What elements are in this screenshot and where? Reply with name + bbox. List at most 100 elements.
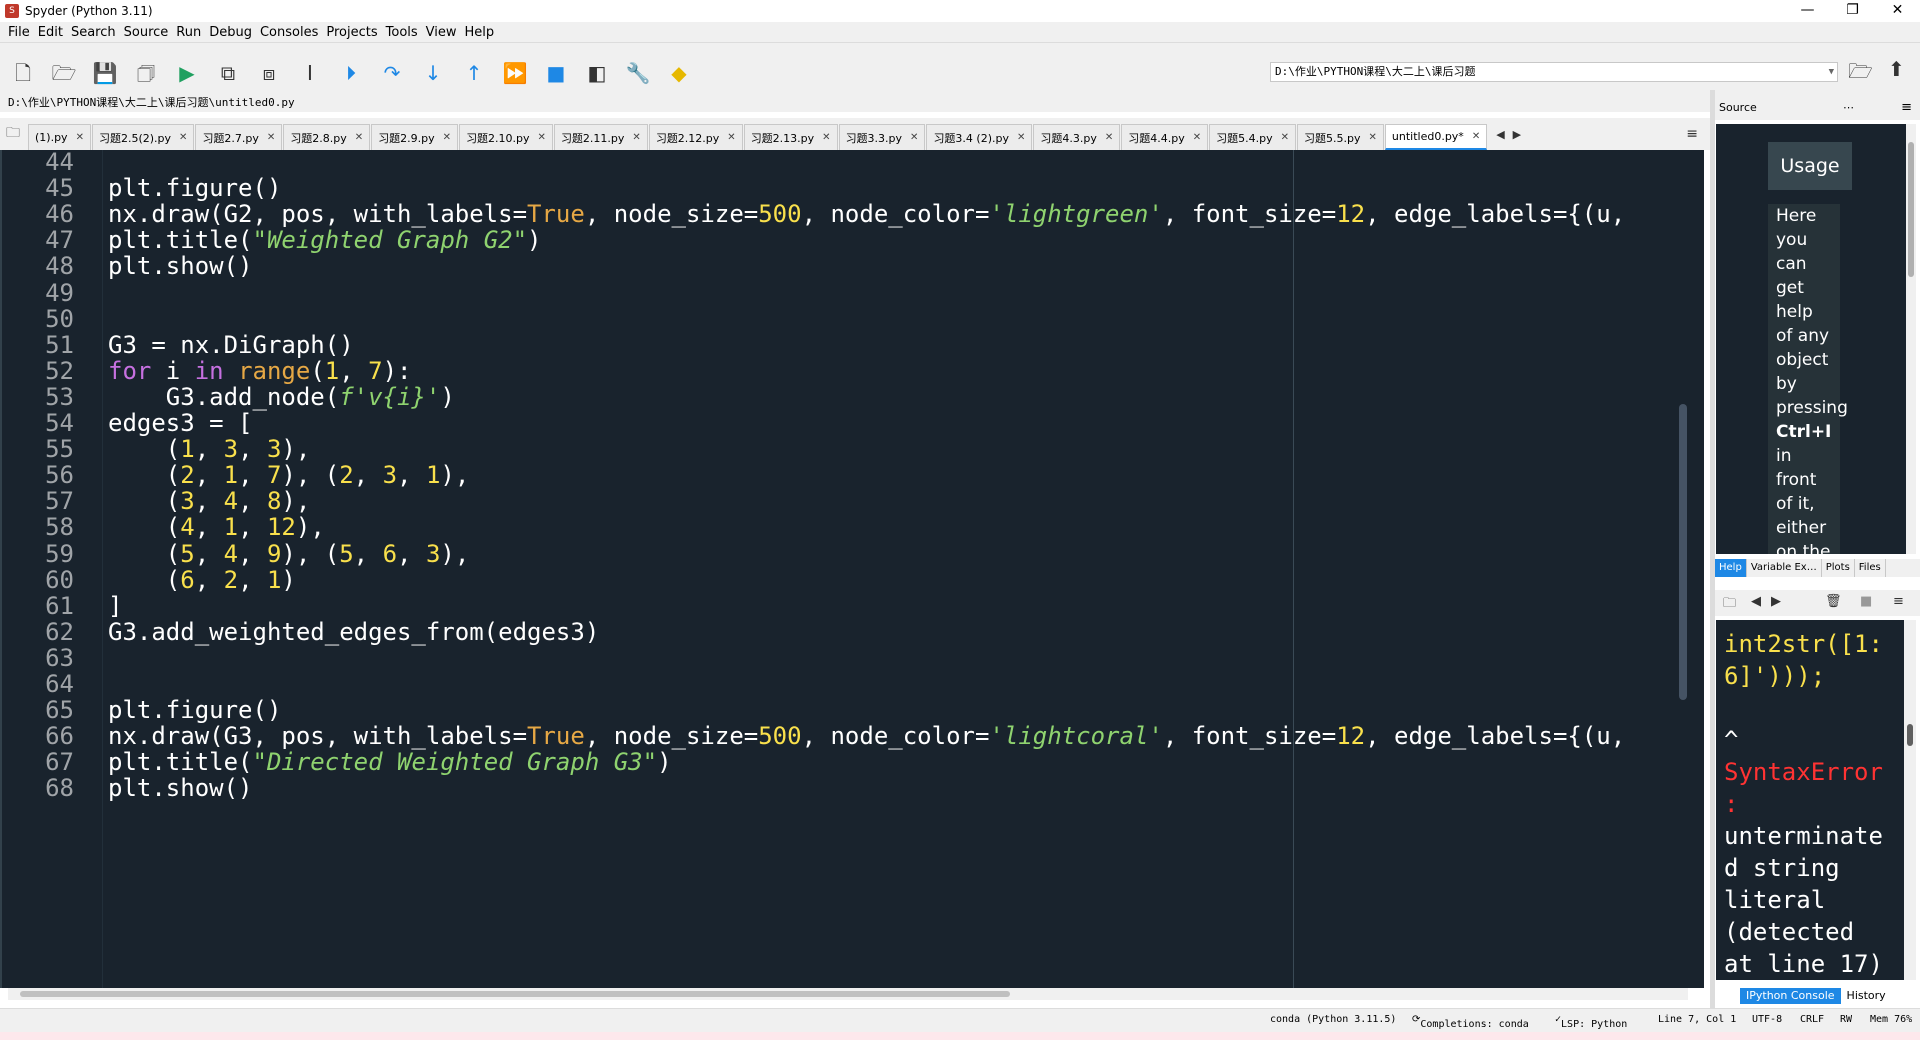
run-selection-icon[interactable]: Ⅰ	[295, 58, 325, 88]
editor-tab[interactable]: 习题2.8.py ✕	[283, 124, 371, 150]
clear-console-trash-icon[interactable]: 🗑	[1825, 594, 1842, 609]
close-button[interactable]: ✕	[1875, 0, 1920, 22]
editor-tab[interactable]: 习题2.11.py ✕	[553, 124, 648, 150]
code-line[interactable]: (4, 1, 12),	[108, 513, 325, 541]
close-tab-icon[interactable]: ✕	[267, 132, 275, 143]
close-tab-icon[interactable]: ✕	[1281, 132, 1289, 143]
editor-tab[interactable]: 习题2.10.py ✕	[459, 124, 553, 150]
pane-splitter[interactable]	[1710, 90, 1715, 1010]
help-options-menu-icon[interactable]: ≡	[1901, 96, 1912, 120]
close-tab-icon[interactable]: ✕	[1017, 132, 1025, 143]
code-line[interactable]: plt.show()	[108, 774, 253, 802]
close-tab-icon[interactable]: ✕	[727, 132, 735, 143]
menu-tools[interactable]: Tools	[386, 25, 418, 40]
editor-hscroll-thumb[interactable]	[20, 991, 1010, 997]
editor-tab[interactable]: 习题4.3.py ✕	[1033, 124, 1121, 150]
code-line[interactable]: (5, 4, 9), (5, 6, 3),	[108, 540, 470, 568]
close-tab-icon[interactable]: ✕	[76, 132, 84, 143]
close-tab-icon[interactable]: ✕	[1193, 132, 1201, 143]
tab-help[interactable]: Help	[1715, 559, 1747, 577]
code-line[interactable]: (2, 1, 7), (2, 3, 1),	[108, 461, 470, 489]
editor-tab[interactable]: 习题3.4 (2).py ✕	[926, 124, 1033, 150]
code-line[interactable]: G3.add_weighted_edges_from(edges3)	[108, 618, 599, 646]
editor-vertical-scrollbar[interactable]	[1678, 156, 1688, 974]
editor-tab[interactable]: 习题2.7.py ✕	[195, 124, 283, 150]
help-more-icon[interactable]: ⋯	[1843, 96, 1854, 120]
step-into-icon[interactable]: ↓	[418, 58, 448, 88]
parent-directory-icon[interactable]: ⬆	[1888, 57, 1905, 81]
menu-search[interactable]: Search	[71, 25, 116, 40]
console-options-menu-icon[interactable]: ≡	[1893, 594, 1904, 609]
code-line[interactable]: (1, 3, 3),	[108, 435, 311, 463]
menu-source[interactable]: Source	[124, 25, 169, 40]
tab-variable-explorer[interactable]: Variable Ex…	[1747, 559, 1822, 577]
code-line[interactable]: ]	[108, 592, 122, 620]
code-line[interactable]: plt.title("Weighted Graph G2")	[108, 226, 542, 254]
tab-plots[interactable]: Plots	[1822, 559, 1855, 577]
editor-tab[interactable]: 习题2.12.py ✕	[648, 124, 743, 150]
console-next-icon[interactable]: ▶	[1771, 594, 1781, 609]
code-line[interactable]: plt.title("Directed Weighted Graph G3")	[108, 748, 672, 776]
save-all-icon[interactable]: 🗇	[131, 58, 161, 88]
tab-scroll-right-icon[interactable]: ▶	[1513, 128, 1521, 141]
menu-file[interactable]: File	[8, 25, 30, 40]
editor-tab[interactable]: 习题2.13.py ✕	[743, 124, 838, 150]
close-tab-icon[interactable]: ✕	[443, 132, 451, 143]
code-line[interactable]: (3, 4, 8),	[108, 487, 311, 515]
code-line[interactable]: G3 = nx.DiGraph()	[108, 331, 354, 359]
open-file-icon[interactable]: 🗁	[49, 58, 79, 88]
chevron-down-icon[interactable]: ▼	[1829, 63, 1834, 81]
code-line[interactable]: for i in range(1, 7):	[108, 357, 412, 385]
editor-tab[interactable]: untitled0.py* ✕	[1384, 124, 1488, 150]
menu-consoles[interactable]: Consoles	[260, 25, 318, 40]
ipython-console[interactable]: int2str([1: 6]'))); ^ SyntaxError: untermina…	[1716, 620, 1904, 980]
code-line[interactable]: plt.figure()	[108, 696, 281, 724]
close-tab-icon[interactable]: ✕	[1105, 132, 1113, 143]
editor-options-menu-icon[interactable]: ≡	[1686, 126, 1698, 142]
code-line[interactable]: plt.show()	[108, 252, 253, 280]
tab-history[interactable]: History	[1841, 988, 1892, 1004]
help-source-label[interactable]: Source	[1719, 101, 1757, 114]
editor-tab[interactable]: 习题5.5.py ✕	[1297, 124, 1384, 150]
browse-folder-icon[interactable]: 🗁	[1848, 57, 1873, 91]
help-scroll-thumb[interactable]	[1908, 142, 1914, 277]
interrupt-kernel-icon[interactable]: ■	[1860, 594, 1872, 609]
status-completions[interactable]: ⟳ Completions: conda	[1412, 1014, 1529, 1030]
code-line[interactable]: edges3 = [	[108, 409, 253, 437]
maximize-button[interactable]: ❐	[1830, 0, 1875, 22]
console-prev-icon[interactable]: ◀	[1751, 594, 1761, 609]
menu-projects[interactable]: Projects	[326, 25, 377, 40]
step-over-icon[interactable]: ↷	[377, 58, 407, 88]
preferences-wrench-icon[interactable]: 🔧	[623, 58, 653, 88]
editor-horizontal-scrollbar[interactable]	[8, 988, 1688, 1000]
close-tab-icon[interactable]: ✕	[822, 132, 830, 143]
save-icon[interactable]: 💾	[90, 58, 120, 88]
code-line[interactable]: G3.add_node(f'v{i}')	[108, 383, 455, 411]
console-scrollbar[interactable]	[1904, 620, 1916, 980]
editor-tab[interactable]: 习题5.4.py ✕	[1209, 124, 1297, 150]
editor-tab[interactable]: 习题2.9.py ✕	[371, 124, 459, 150]
code-line[interactable]: plt.figure()	[108, 174, 281, 202]
menu-run[interactable]: Run	[176, 25, 201, 40]
close-tab-icon[interactable]: ✕	[538, 132, 546, 143]
close-tab-icon[interactable]: ✕	[632, 132, 640, 143]
minimize-button[interactable]: —	[1785, 0, 1830, 22]
console-scroll-thumb[interactable]	[1907, 724, 1913, 746]
new-file-icon[interactable]: 🗋	[8, 58, 38, 88]
run-cell-icon[interactable]: ⧉	[213, 58, 243, 88]
tab-files[interactable]: Files	[1855, 559, 1886, 577]
close-tab-icon[interactable]: ✕	[910, 132, 918, 143]
run-cell-advance-icon[interactable]: ⧈	[254, 58, 284, 88]
continue-icon[interactable]: ⏩	[500, 58, 530, 88]
code-line[interactable]: nx.draw(G2, pos, with_labels=True, node_…	[108, 200, 1625, 228]
editor-scroll-thumb[interactable]	[1679, 404, 1687, 700]
code-line[interactable]: nx.draw(G3, pos, with_labels=True, node_…	[108, 722, 1625, 750]
code-line[interactable]: (6, 2, 1)	[108, 566, 296, 594]
help-scrollbar[interactable]	[1906, 124, 1916, 554]
menu-view[interactable]: View	[426, 25, 457, 40]
editor-tab[interactable]: 习题3.3.py ✕	[838, 124, 926, 150]
close-tab-icon[interactable]: ✕	[355, 132, 363, 143]
close-tab-icon[interactable]: ✕	[179, 132, 187, 143]
working-directory-input[interactable]: D:\作业\PYTHON课程\大二上\课后习题 ▼	[1270, 62, 1838, 82]
editor-tab[interactable]: (1).py ✕	[28, 124, 91, 150]
